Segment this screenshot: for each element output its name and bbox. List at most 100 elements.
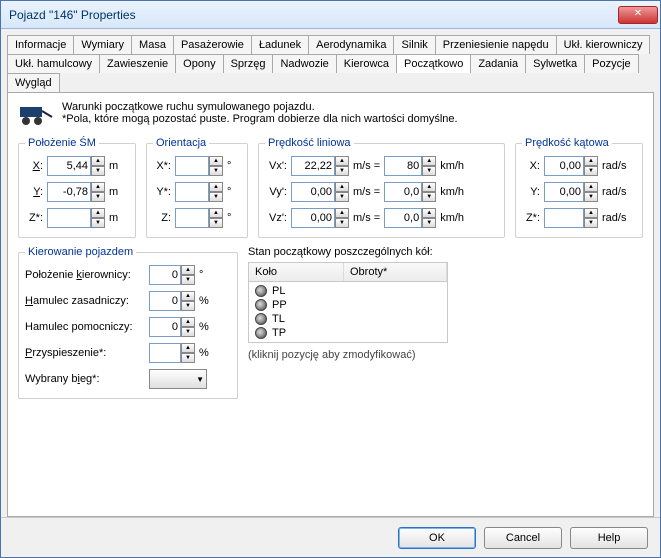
pk-x-spin[interactable]: ▲▼ [584,156,598,176]
tab-aerodynamika[interactable]: Aerodynamika [308,35,394,54]
sm-x-spin[interactable]: ▲▼ [91,156,105,176]
pk-z-input[interactable] [544,208,584,228]
vy-ms-input[interactable] [291,182,335,202]
wheel-icon [255,285,267,297]
wheel-icon [255,327,267,339]
stan-kol-label: Stan początkowy poszczególnych kół: [248,246,643,258]
group-stan-kol: Stan początkowy poszczególnych kół: Koło… [248,246,643,399]
sm-x-input[interactable] [47,156,91,176]
ori-z-input[interactable] [175,208,209,228]
intro-line2: *Pola, które mogą pozostać puste. Progra… [62,113,458,125]
vy-kmh-spin[interactable]: ▲▼ [422,182,436,202]
tab-opony[interactable]: Opony [175,54,223,73]
tab-nadwozie[interactable]: Nadwozie [272,54,336,73]
tab-pasazerowie[interactable]: Pasażerowie [173,35,252,54]
window-title: Pojazd "146" Properties [9,8,618,22]
tab-kierowca[interactable]: Kierowca [336,54,397,73]
wheels-table-head: Koło Obroty* [249,263,447,282]
kier-hamz-label: Hamulec zasadniczy: [25,295,145,307]
kier-poloz-label: Położenie kierownicy: [25,269,145,281]
kier-przy-label: Przyspieszenie*: [25,347,145,359]
tab-pozycje[interactable]: Pozycje [584,54,639,73]
tab-przeniesienie[interactable]: Przeniesienie napędu [435,35,557,54]
pk-y-spin[interactable]: ▲▼ [584,182,598,202]
vz-ms-spin[interactable]: ▲▼ [335,208,349,228]
vx-kmh-spin[interactable]: ▲▼ [422,156,436,176]
tab-wymiary[interactable]: Wymiary [73,35,132,54]
vy-ms-spin[interactable]: ▲▼ [335,182,349,202]
wheels-table: Koło Obroty* PL PP TL TP [248,262,448,343]
tab-masa[interactable]: Masa [131,35,174,54]
ori-y-label: Y*: [153,186,171,198]
intro-text: Warunki początkowe ruchu symulowanego po… [62,101,458,131]
titlebar: Pojazd "146" Properties ✕ [1,1,660,29]
sm-y-label: Y: [25,186,43,198]
tab-wyglad[interactable]: Wygląd [7,73,60,92]
kier-hamp-input[interactable] [149,317,181,337]
tab-ladunek[interactable]: Ładunek [251,35,309,54]
vx-kmh-input[interactable] [384,156,422,176]
kier-poloz-spin[interactable]: ▲▼ [181,265,195,285]
tab-ukl-hamulcowy[interactable]: Ukł. hamulcowy [7,54,100,73]
vehicle-icon [18,101,54,131]
vz-kmh-spin[interactable]: ▲▼ [422,208,436,228]
sm-x-label: X: [25,160,43,172]
kier-przy-spin[interactable]: ▲▼ [181,343,195,363]
sm-y-input[interactable] [47,182,91,202]
tab-zawieszenie[interactable]: Zawieszenie [99,54,176,73]
table-row[interactable]: PL [249,284,447,298]
ms-unit-3: m/s = [353,212,380,224]
kier-przy-unit: % [199,347,213,359]
vz-kmh-input[interactable] [384,208,422,228]
col-kolo[interactable]: Koło [249,263,344,281]
sm-z-input[interactable] [47,208,91,228]
ori-y-spin[interactable]: ▲▼ [209,182,223,202]
ok-button[interactable]: OK [398,527,476,549]
pk-x-input[interactable] [544,156,584,176]
kier-hamp-spin[interactable]: ▲▼ [181,317,195,337]
close-button[interactable]: ✕ [618,6,658,24]
sm-z-label: Z*: [25,212,43,224]
intro: Warunki początkowe ruchu symulowanego po… [18,101,643,131]
group-predkosc-katowa: Prędkość kątowa X: ▲▼ rad/s Y: ▲▼ rad/s … [515,137,643,238]
ori-z-spin[interactable]: ▲▼ [209,208,223,228]
kier-hamz-input[interactable] [149,291,181,311]
pk-z-label: Z*: [522,212,540,224]
ori-y-input[interactable] [175,182,209,202]
table-row[interactable]: TP [249,326,447,340]
vz-ms-input[interactable] [291,208,335,228]
vx-ms-input[interactable] [291,156,335,176]
table-row[interactable]: PP [249,298,447,312]
wheel-icon [255,299,267,311]
kier-hamz-unit: % [199,295,213,307]
group-orientacja: Orientacja X*: ▲▼ ° Y*: ▲▼ ° Z: ▲▼ ° [146,137,248,238]
tab-informacje[interactable]: Informacje [7,35,74,54]
pk-z-spin[interactable]: ▲▼ [584,208,598,228]
vy-label: Vy': [265,186,287,198]
bieg-select[interactable]: ▼ [149,369,207,389]
kier-poloz-input[interactable] [149,265,181,285]
tab-sprzeg[interactable]: Sprzęg [223,54,274,73]
help-button[interactable]: Help [570,527,648,549]
tab-zadania[interactable]: Zadania [470,54,526,73]
tab-ukl-kierowniczy[interactable]: Ukł. kierowniczy [556,35,651,54]
tab-sylwetka[interactable]: Sylwetka [525,54,585,73]
kier-przy-input[interactable] [149,343,181,363]
ori-x-input[interactable] [175,156,209,176]
pk-y-input[interactable] [544,182,584,202]
sm-y-unit: m [109,186,123,198]
legend-kierowanie: Kierowanie pojazdem [25,246,136,258]
kier-hamz-spin[interactable]: ▲▼ [181,291,195,311]
tab-silnik[interactable]: Silnik [393,35,435,54]
tab-poczatkowo[interactable]: Początkowo [396,54,471,73]
cancel-button[interactable]: Cancel [484,527,562,549]
ori-x-spin[interactable]: ▲▼ [209,156,223,176]
tab-panel: Warunki początkowe ruchu symulowanego po… [7,92,654,517]
col-obroty[interactable]: Obroty* [344,263,447,281]
sm-z-spin[interactable]: ▲▼ [91,208,105,228]
vx-ms-spin[interactable]: ▲▼ [335,156,349,176]
group-kierowanie: Kierowanie pojazdem Położenie kierownicy… [18,246,238,399]
sm-y-spin[interactable]: ▲▼ [91,182,105,202]
table-row[interactable]: TL [249,312,447,326]
vy-kmh-input[interactable] [384,182,422,202]
